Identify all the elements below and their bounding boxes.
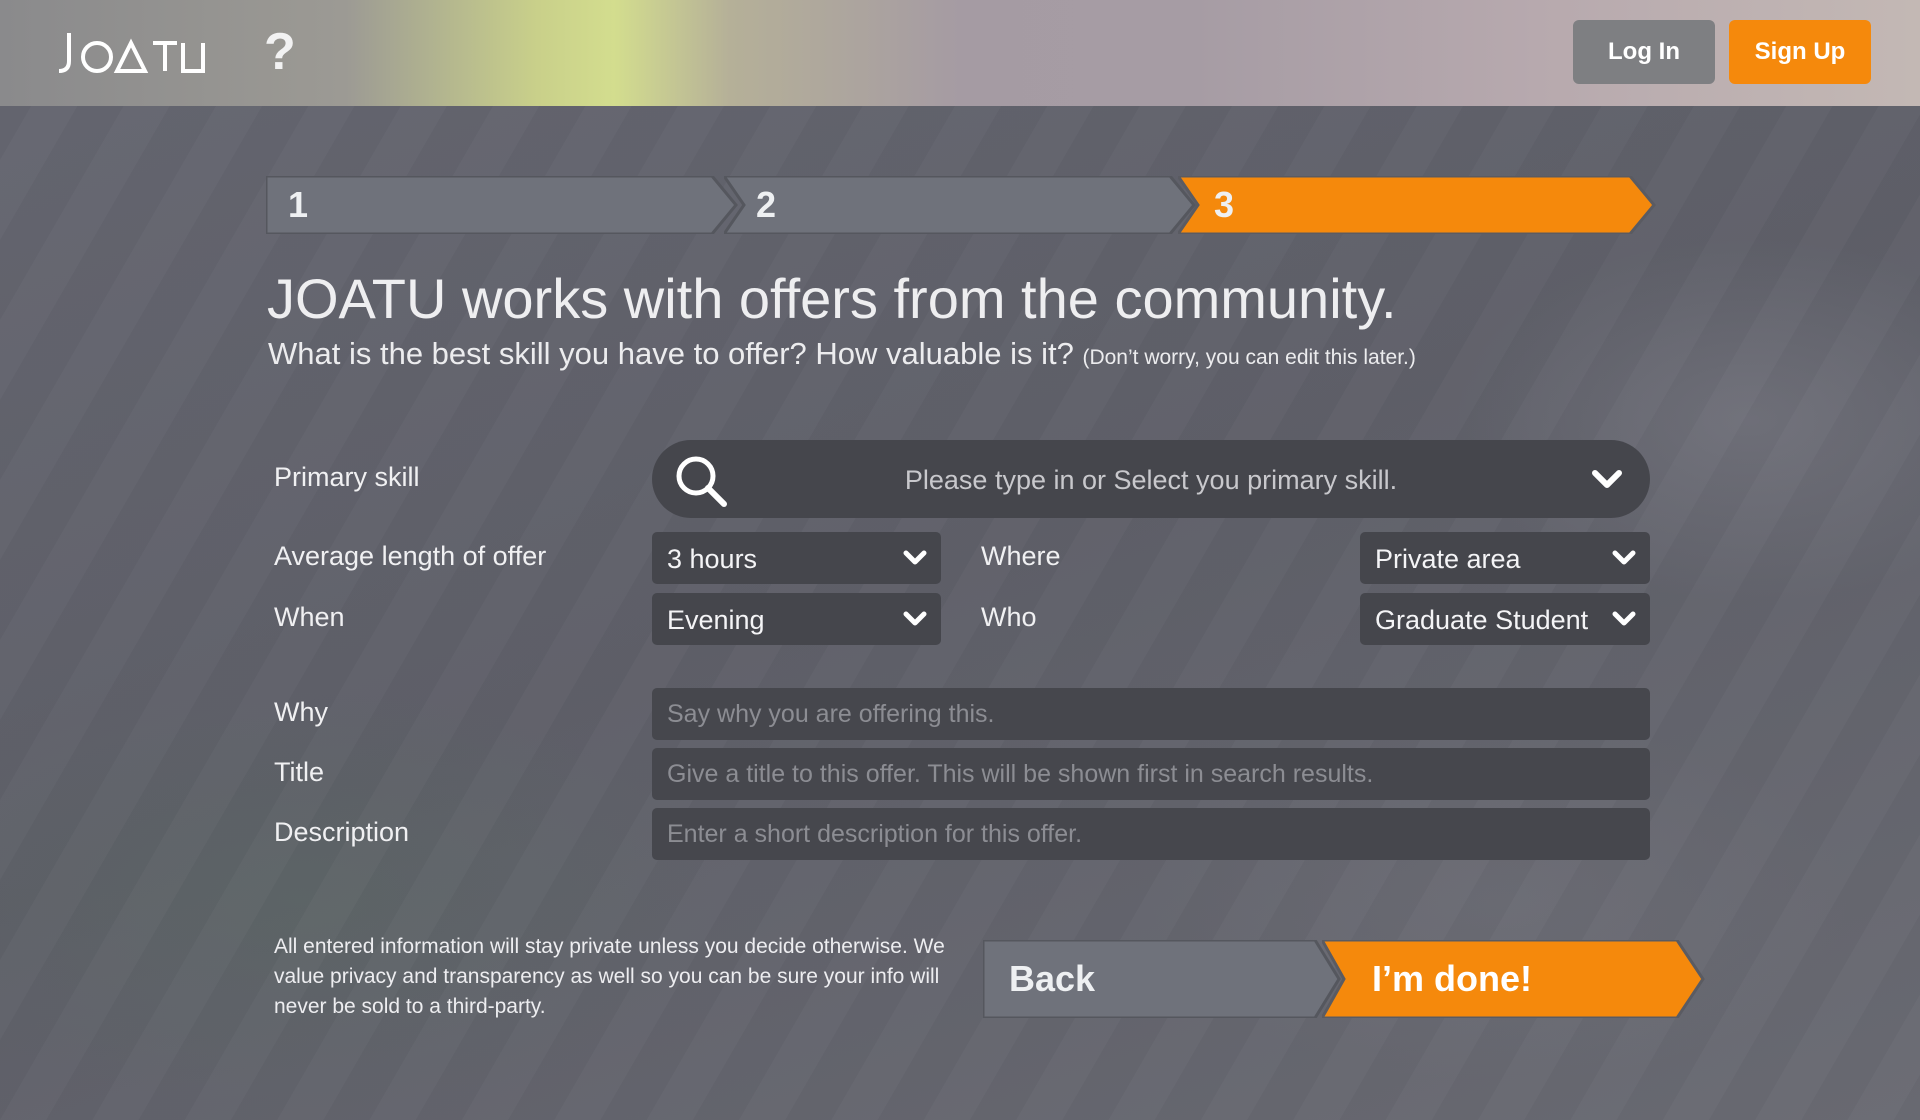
subtitle-note: (Don’t worry, you can edit this later.): [1082, 346, 1416, 369]
step-3[interactable]: 3: [1178, 176, 1656, 234]
when-select[interactable]: Evening: [652, 593, 941, 645]
where-label: Where: [981, 541, 1061, 571]
chevron-down-icon: [903, 611, 927, 626]
done-button[interactable]: I’m done!: [1319, 938, 1705, 1020]
who-select[interactable]: Graduate Student: [1360, 593, 1650, 645]
subtitle-question: What is the best skill you have to offer…: [268, 336, 1074, 371]
progress-steps: 1 2 3: [266, 176, 1656, 234]
privacy-notice: All entered information will stay privat…: [274, 935, 945, 1018]
description-label: Description: [274, 817, 410, 847]
who-label: Who: [981, 602, 1037, 632]
joatu-logo[interactable]: [55, 22, 205, 82]
done-button-label: I’m done!: [1372, 958, 1532, 999]
step-1-label: 1: [288, 184, 309, 225]
who-value: Graduate Student: [1375, 605, 1589, 635]
title-field-wrapper: [652, 748, 1650, 800]
where-select[interactable]: Private area: [1360, 532, 1650, 584]
back-button[interactable]: Back: [981, 938, 1341, 1020]
chevron-down-icon: [1612, 611, 1636, 626]
description-input[interactable]: [652, 808, 1650, 860]
primary-skill-placeholder: Please type in or Select you primary ski…: [904, 465, 1398, 495]
back-button-label: Back: [1009, 958, 1096, 999]
page-title: JOATU works with offers from the communi…: [267, 267, 1397, 330]
step-1-arrow: [266, 176, 738, 234]
chevron-down-icon: [903, 550, 927, 565]
step-2-arrow: [724, 176, 1196, 234]
help-icon[interactable]: ?: [264, 22, 296, 82]
step-3-label: 3: [1214, 184, 1235, 225]
when-label: When: [274, 602, 345, 632]
where-value: Private area: [1375, 544, 1521, 574]
chevron-down-icon: [1612, 550, 1636, 565]
title-label: Title: [274, 757, 325, 787]
primary-skill-label: Primary skill: [274, 462, 420, 492]
average-length-label: Average length of offer: [274, 541, 547, 571]
chevron-down-icon[interactable]: [1592, 468, 1622, 490]
step-2-label: 2: [756, 184, 777, 225]
when-value: Evening: [667, 605, 765, 635]
page-subtitle: What is the best skill you have to offer…: [268, 336, 1416, 372]
step-3-arrow: [1178, 176, 1656, 234]
signup-button[interactable]: Sign Up: [1729, 20, 1871, 84]
primary-skill-combobox[interactable]: Please type in or Select you primary ski…: [652, 440, 1650, 518]
why-input[interactable]: [652, 688, 1650, 740]
why-label: Why: [274, 697, 328, 727]
title-input[interactable]: [652, 748, 1650, 800]
top-bar: ? Log In Sign Up: [0, 0, 1920, 106]
why-field-wrapper: [652, 688, 1650, 740]
average-length-value: 3 hours: [667, 544, 758, 574]
step-1[interactable]: 1: [266, 176, 738, 234]
login-button[interactable]: Log In: [1573, 20, 1715, 84]
average-length-select[interactable]: 3 hours: [652, 532, 941, 584]
step-2[interactable]: 2: [724, 176, 1196, 234]
joatu-logo-mark: [58, 33, 205, 73]
description-field-wrapper: [652, 808, 1650, 860]
